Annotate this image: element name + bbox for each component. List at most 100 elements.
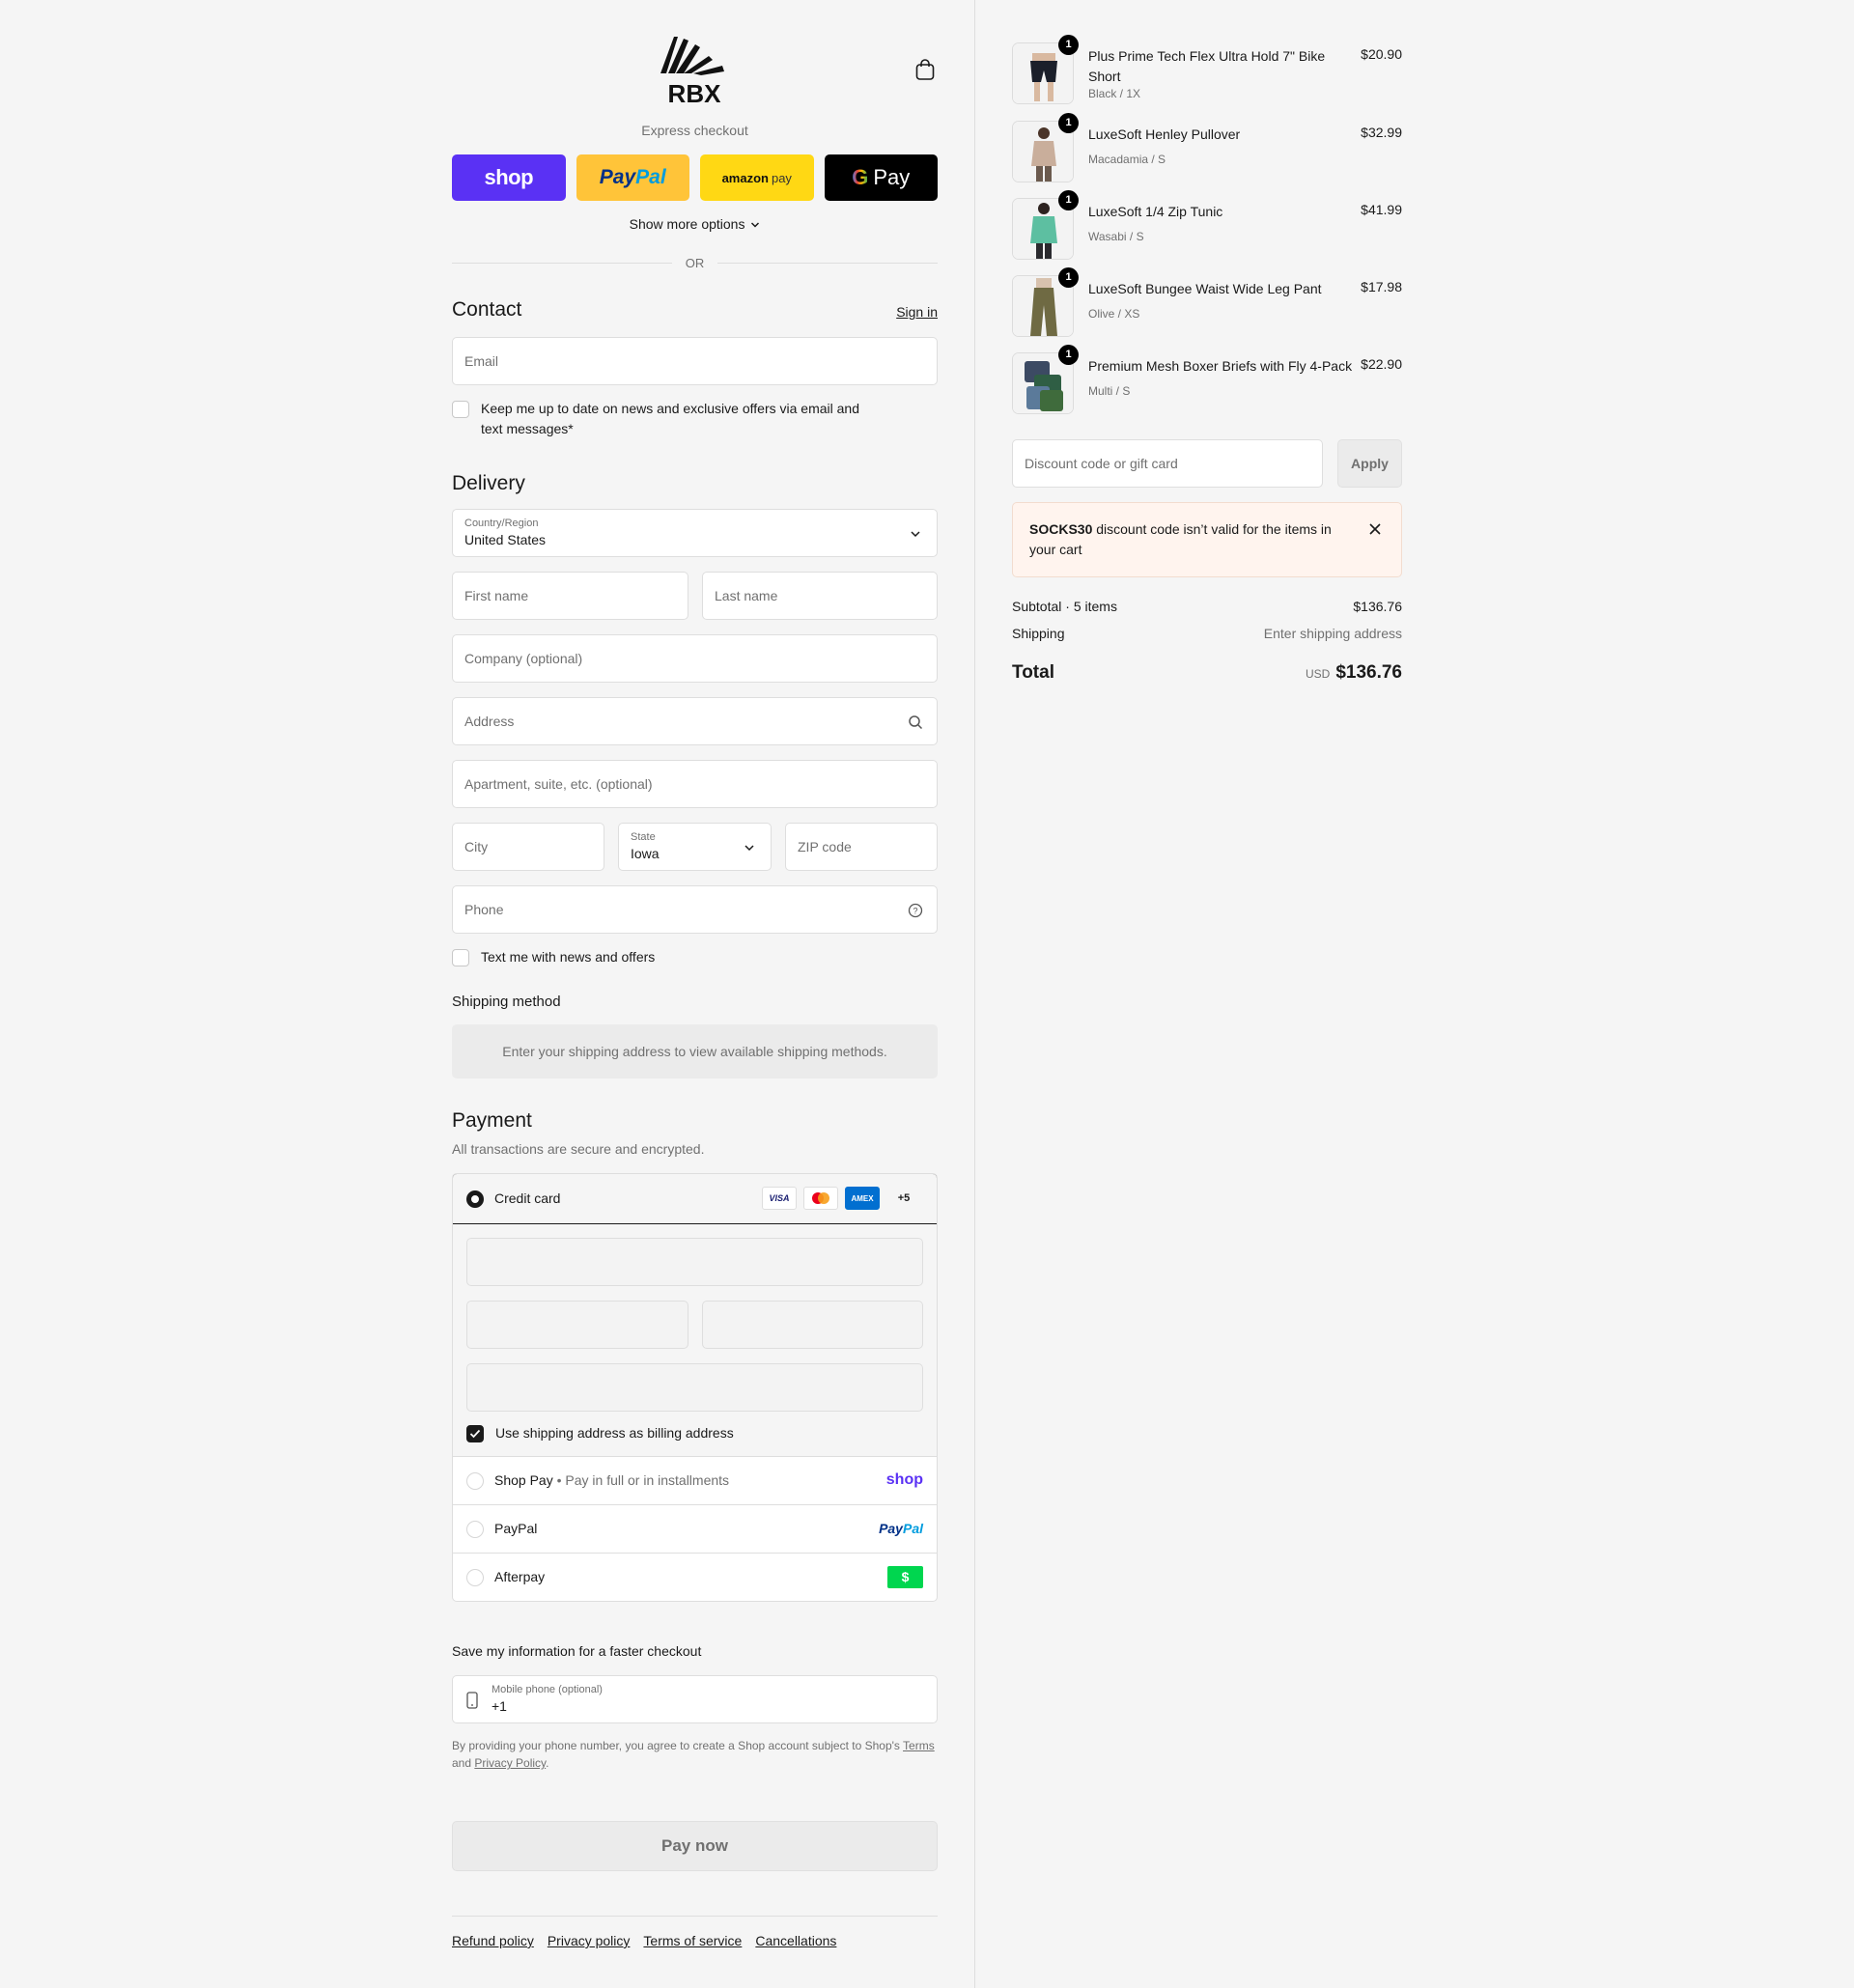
terms-of-service-link[interactable]: Terms of service <box>643 1933 742 1948</box>
mastercard-circles <box>812 1192 829 1204</box>
privacy-policy-footer-link[interactable]: Privacy policy <box>548 1933 631 1948</box>
item-price: $32.99 <box>1361 125 1402 140</box>
refund-policy-link[interactable]: Refund policy <box>452 1933 534 1948</box>
sign-in-link[interactable]: Sign in <box>896 304 938 320</box>
divider-line <box>717 262 938 264</box>
item-price: $20.90 <box>1361 46 1402 62</box>
first-name-field[interactable]: First name <box>452 572 688 620</box>
card-expiry-field[interactable] <box>466 1301 688 1349</box>
payment-heading: Payment <box>452 1109 532 1132</box>
shop-pay-logo: shop <box>885 1471 923 1488</box>
show-more-options-label: Show more options <box>629 216 745 232</box>
disclaimer-text: By providing your phone number, you agre… <box>452 1739 904 1752</box>
paypal-radio[interactable] <box>466 1521 484 1538</box>
help-circle-icon[interactable]: ? <box>908 903 923 918</box>
privacy-policy-link[interactable]: Privacy Policy <box>474 1756 546 1770</box>
payment-option-shop-pay[interactable]: Shop Pay • Pay in full or in installment… <box>453 1457 937 1505</box>
quantity-badge: 1 <box>1058 35 1079 55</box>
chevron-down-icon <box>744 845 754 852</box>
shop-pay-radio[interactable] <box>466 1472 484 1490</box>
mastercard-icon <box>803 1187 838 1210</box>
checkout-main: RBX Express checkout shop Pay Pal amazon p… <box>0 0 974 1988</box>
text-optin-label: Text me with news and offers <box>481 949 656 965</box>
payment-option-credit-card[interactable]: Credit card VISA AMEX +5 <box>453 1174 937 1224</box>
shop-disclaimer: By providing your phone number, you agre… <box>452 1737 938 1772</box>
item-variant: Multi / S <box>1088 384 1131 398</box>
apartment-field[interactable]: Apartment, suite, etc. (optional) <box>452 760 938 808</box>
billing-same-row: Use shipping address as billing address <box>466 1423 734 1443</box>
country-select[interactable]: Country/Region United States <box>452 509 938 557</box>
mobile-phone-field[interactable]: Mobile phone (optional) +1 <box>452 1675 938 1723</box>
divider-line <box>452 262 672 264</box>
company-field[interactable]: Company (optional) <box>452 634 938 683</box>
city-field[interactable]: City <box>452 823 604 871</box>
phone-field[interactable]: Phone ? <box>452 885 938 934</box>
footer-divider <box>452 1916 938 1917</box>
cancellations-link[interactable]: Cancellations <box>755 1933 836 1948</box>
news-optin-checkbox[interactable] <box>452 401 469 418</box>
footer-links: Refund policy Privacy policy Terms of se… <box>452 1933 836 1948</box>
payment-subtitle: All transactions are secure and encrypte… <box>452 1141 705 1157</box>
cart-item: 1 LuxeSoft Henley Pullover Macadamia / S… <box>1012 113 1402 184</box>
cart-bag-icon[interactable] <box>914 58 936 81</box>
or-divider: OR <box>452 253 938 272</box>
credit-card-radio[interactable] <box>466 1190 484 1208</box>
amazon-pay-express-button[interactable]: amazon pay <box>700 154 814 201</box>
quantity-badge: 1 <box>1058 267 1079 288</box>
city-placeholder: City <box>464 839 489 854</box>
svg-text:?: ? <box>913 907 917 916</box>
state-label: State <box>631 831 656 843</box>
email-field[interactable]: Email <box>452 337 938 385</box>
discount-code-input[interactable]: Discount code or gift card <box>1012 439 1323 488</box>
shop-pay-express-button[interactable]: shop <box>452 154 566 201</box>
close-icon[interactable] <box>1368 522 1382 536</box>
address-field[interactable]: Address <box>452 697 938 745</box>
email-placeholder: Email <box>464 353 499 369</box>
afterpay-radio[interactable] <box>466 1569 484 1586</box>
subtotal-label: Subtotal · 5 items <box>1012 599 1117 614</box>
credit-card-label: Credit card <box>494 1190 561 1206</box>
card-number-field[interactable] <box>466 1238 923 1286</box>
shop-pay-label: Shop Pay <box>494 1472 553 1488</box>
shipping-row: Shipping Enter shipping address <box>1012 626 1402 641</box>
payment-option-afterpay[interactable]: Afterpay $ <box>453 1554 937 1601</box>
news-optin-row: Keep me up to date on news and exclusive… <box>452 399 877 439</box>
visa-icon: VISA <box>762 1187 797 1210</box>
pay-now-button[interactable]: Pay now <box>452 1821 938 1871</box>
quantity-badge: 1 <box>1058 190 1079 210</box>
apply-discount-button[interactable]: Apply <box>1337 439 1402 488</box>
billing-same-label: Use shipping address as billing address <box>495 1425 734 1441</box>
google-pay-text: Pay <box>873 165 911 189</box>
cart-item: 1 LuxeSoft 1/4 Zip Tunic Wasabi / S $41.… <box>1012 190 1402 262</box>
state-select[interactable]: State Iowa <box>618 823 772 871</box>
shipping-value: Enter shipping address <box>1263 626 1402 641</box>
zip-field[interactable]: ZIP code <box>785 823 938 871</box>
paypal-logo-pay: Pay <box>599 166 636 188</box>
item-price: $41.99 <box>1361 202 1402 217</box>
item-name: LuxeSoft Bungee Waist Wide Leg Pant <box>1088 281 1322 296</box>
show-more-options-button[interactable]: Show more options <box>452 216 938 232</box>
last-name-field[interactable]: Last name <box>702 572 938 620</box>
visa-label: VISA <box>769 1193 790 1203</box>
amazon-logo: amazon <box>721 170 769 185</box>
shop-pay-logo: shop <box>484 165 534 189</box>
checkmark-icon <box>469 1429 481 1439</box>
payment-option-paypal[interactable]: PayPal PayPal <box>453 1505 937 1554</box>
discount-error-alert: SOCKS30 discount code isn’t valid for th… <box>1012 502 1402 577</box>
terms-link[interactable]: Terms <box>903 1739 935 1752</box>
paypal-express-button[interactable]: Pay Pal <box>576 154 689 201</box>
billing-same-checkbox[interactable] <box>466 1425 484 1442</box>
first-name-placeholder: First name <box>464 588 529 603</box>
google-pay-express-button[interactable]: G Pay <box>824 154 938 201</box>
text-optin-checkbox[interactable] <box>452 949 469 966</box>
card-cvv-field[interactable] <box>702 1301 923 1349</box>
company-placeholder: Company (optional) <box>464 651 583 666</box>
item-name: LuxeSoft Henley Pullover <box>1088 126 1241 142</box>
shipping-method-heading: Shipping method <box>452 994 561 1010</box>
cart-item: 1 LuxeSoft Bungee Waist Wide Leg Pant Ol… <box>1012 267 1402 339</box>
card-name-field[interactable] <box>466 1363 923 1412</box>
payment-methods: Credit card VISA AMEX +5 Use shipping ad… <box>452 1173 938 1602</box>
subtotal-row: Subtotal · 5 items $136.76 <box>1012 599 1402 614</box>
more-cards-label: +5 <box>897 1192 911 1204</box>
amex-label: AMEX <box>851 1193 874 1203</box>
